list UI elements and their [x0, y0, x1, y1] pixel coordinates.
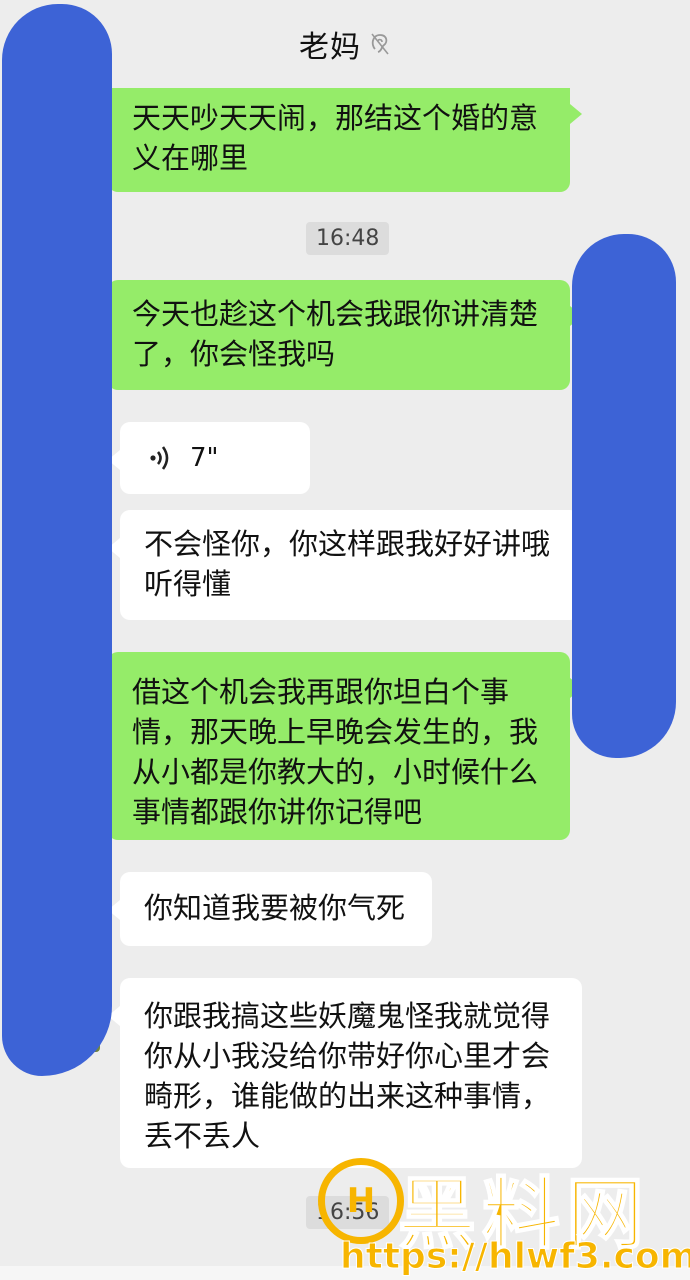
- message-received-2[interactable]: 你知道我要被你气死: [108, 872, 432, 946]
- voice-duration: 7": [190, 443, 219, 473]
- message-received-3[interactable]: 你跟我搞这些妖魔鬼怪我就觉得你从小我没给你带好你心里才会畸形，谁能做的出来这种事…: [108, 978, 582, 1168]
- message-text: 天天吵天天闹，那结这个婚的意义在哪里: [132, 101, 539, 175]
- message-text: 你跟我搞这些妖魔鬼怪我就觉得你从小我没给你带好你心里才会畸形，谁能做的出来这种事…: [144, 999, 551, 1153]
- voice-message[interactable]: 7": [108, 422, 310, 494]
- message-sent-3[interactable]: 借这个机会我再跟你坦白个事情，那天晚上早晚会发生的，我从小都是你教大的，小时候什…: [108, 652, 582, 840]
- voice-wave-icon: [150, 446, 169, 470]
- page-title: 老妈: [299, 30, 361, 65]
- watermark-url: https://hlwf3.com: [339, 1236, 690, 1278]
- message-text: 不会怪你，你这样跟我好好讲哦听得懂: [144, 527, 551, 601]
- ear-mute-icon: [371, 33, 389, 55]
- message-received-1[interactable]: 不会怪你，你这样跟我好好讲哦听得懂: [108, 510, 580, 620]
- redaction-scribble-left: [2, 4, 112, 1076]
- message-sent-2[interactable]: 今天也趁这个机会我跟你讲清楚了，你会怪我吗: [108, 280, 582, 390]
- message-text: 借这个机会我再跟你坦白个事情，那天晚上早晚会发生的，我从小都是你教大的，小时候什…: [132, 675, 539, 829]
- message-text: 你知道我要被你气死: [144, 891, 406, 925]
- timestamp: 16:48: [306, 222, 390, 255]
- message-sent-1[interactable]: 天天吵天天闹，那结这个婚的意义在哪里: [108, 78, 582, 192]
- watermark-logo: H: [318, 1158, 404, 1244]
- redaction-scribble-right: [572, 234, 676, 758]
- message-text: 今天也趁这个机会我跟你讲清楚了，你会怪我吗: [132, 297, 539, 371]
